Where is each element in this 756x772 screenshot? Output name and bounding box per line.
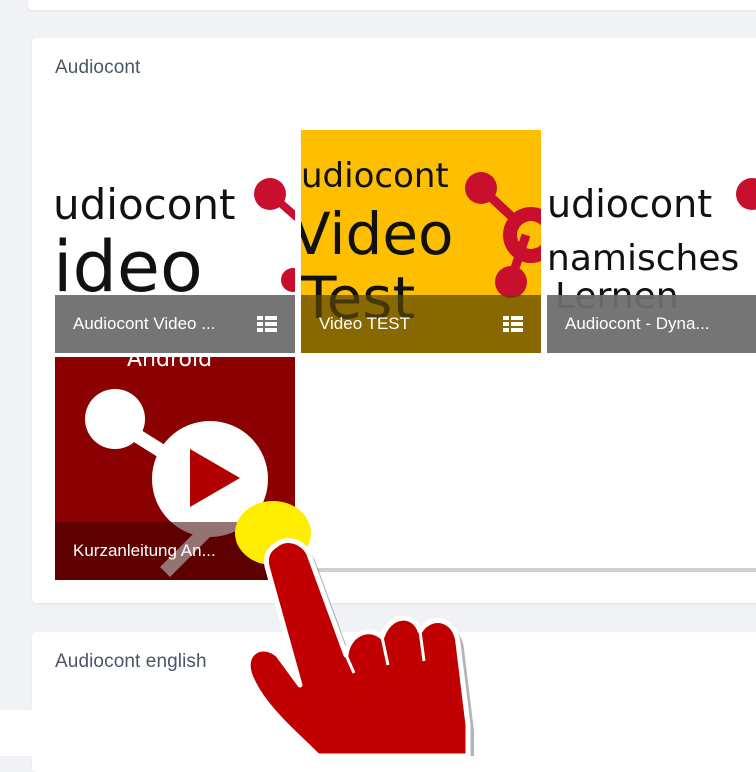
tile-caption: Audiocont Video ... <box>55 295 295 353</box>
thumbnail-text: namisches <box>547 238 740 279</box>
thumbnail-text: udiocont <box>547 182 713 226</box>
section-title: Audiocont english <box>55 651 207 672</box>
tile-caption-label: Audiocont Video ... <box>73 314 216 333</box>
tile-caption: Audiocont - Dyna... <box>547 295 756 353</box>
pointing-hand-icon <box>235 501 474 756</box>
grid-list-icon <box>503 316 523 332</box>
video-tile-dynamisches-lernen[interactable]: udiocont namisches Lernen Audiocont - Dy… <box>547 130 756 353</box>
thumbnail-text: Android <box>127 357 213 372</box>
tile-caption: Video TEST <box>301 295 541 353</box>
tile-caption-label: Video TEST <box>319 314 411 333</box>
thumbnail-text: udiocont <box>301 156 449 196</box>
section-title: Audiocont <box>55 57 141 78</box>
previous-section-card <box>28 0 756 10</box>
thumbnail-text: Video <box>301 200 454 268</box>
video-tile-video-test[interactable]: udiocont Video Test Video TEST <box>301 130 541 353</box>
grid-list-icon <box>257 316 277 332</box>
video-tile-audiocont-video[interactable]: udiocont ideo Audiocont Video ... <box>55 130 295 353</box>
thumbnail-text: udiocont <box>55 180 236 229</box>
tile-caption-label: Audiocont - Dyna... <box>565 314 710 333</box>
